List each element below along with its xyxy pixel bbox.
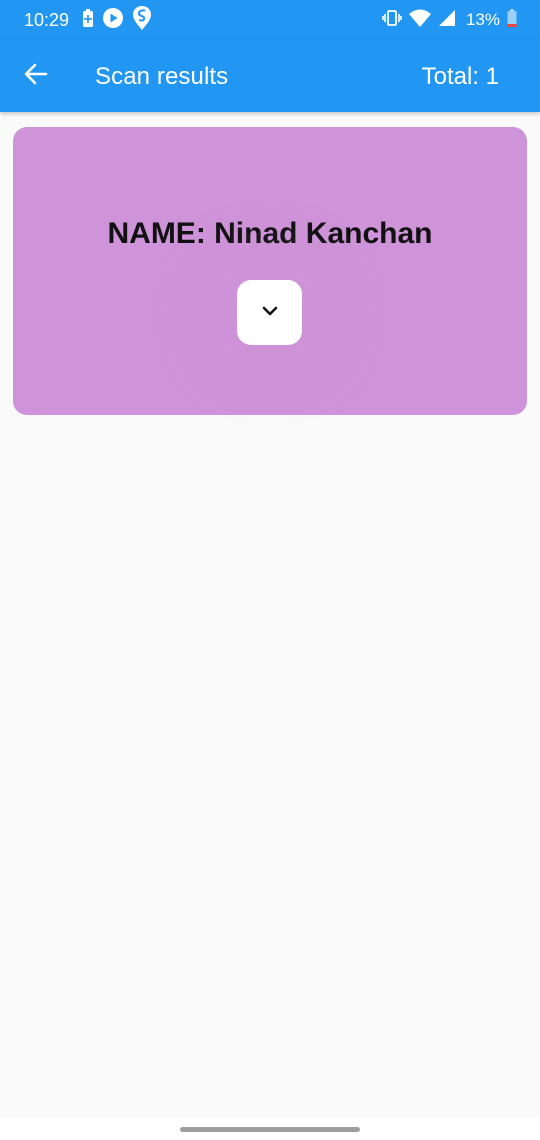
gesture-handle[interactable] [180, 1127, 360, 1132]
status-left-icons [82, 5, 152, 36]
play-icon [102, 7, 124, 34]
total-count: Total: 1 [421, 63, 499, 90]
swiggy-icon [132, 5, 152, 36]
vibrate-icon [382, 8, 402, 33]
battery-percent: 13% [465, 10, 500, 29]
back-button[interactable] [14, 54, 58, 98]
battery-saver-icon [82, 8, 94, 33]
battery-icon [506, 8, 518, 33]
status-time: 10:29 [24, 10, 70, 30]
chevron-down-icon [261, 304, 279, 322]
app-bar: Scan results Total: 1 [0, 40, 540, 112]
arrow-back-icon [23, 61, 49, 92]
result-name: NAME: Ninad Kanchan [107, 217, 433, 250]
status-bar: 10:29 13% [0, 0, 540, 40]
signal-icon [438, 8, 456, 33]
page-title: Scan results [95, 63, 229, 90]
result-card: NAME: Ninad Kanchan [13, 127, 527, 415]
wifi-icon [408, 8, 432, 33]
status-right-icons: 13% [382, 7, 518, 33]
expand-button[interactable] [237, 280, 302, 345]
